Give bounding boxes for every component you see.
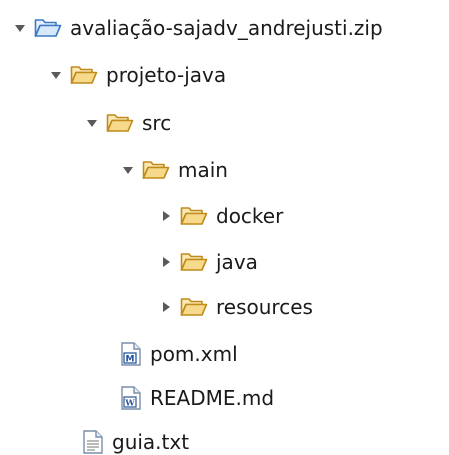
folder-icon bbox=[180, 296, 208, 318]
file-tree: avaliação-sajadv_andrejusti.zip projeto-… bbox=[0, 0, 449, 455]
maven-glyph: M bbox=[126, 355, 135, 365]
chevron-right-icon[interactable] bbox=[158, 208, 174, 224]
chevron-down-icon[interactable] bbox=[48, 67, 64, 83]
folder-open-blue-icon bbox=[34, 17, 62, 39]
tree-item-docker[interactable]: docker bbox=[158, 198, 283, 234]
folder-open-icon bbox=[106, 112, 134, 134]
tree-item-label: projeto-java bbox=[106, 63, 227, 87]
folder-open-icon bbox=[142, 159, 170, 181]
tree-item-label: README.md bbox=[150, 386, 275, 410]
tree-item-label: avaliação-sajadv_andrejusti.zip bbox=[70, 16, 383, 40]
tree-item-projeto-java[interactable]: projeto-java bbox=[48, 57, 226, 93]
chevron-down-icon[interactable] bbox=[84, 115, 100, 131]
tree-item-label: src bbox=[142, 111, 172, 135]
tree-item-root-zip[interactable]: avaliação-sajadv_andrejusti.zip bbox=[12, 10, 383, 46]
chevron-right-icon[interactable] bbox=[158, 254, 174, 270]
folder-open-icon bbox=[70, 64, 98, 86]
folder-icon bbox=[180, 251, 208, 273]
tree-item-pom-xml[interactable]: M pom.xml bbox=[120, 336, 238, 372]
chevron-right-icon[interactable] bbox=[158, 299, 174, 315]
tree-item-label: docker bbox=[216, 204, 284, 228]
chevron-down-icon[interactable] bbox=[12, 20, 28, 36]
tree-item-src[interactable]: src bbox=[84, 105, 171, 141]
word-file-icon: W bbox=[120, 386, 142, 410]
tree-item-label: main bbox=[178, 158, 228, 182]
tree-item-resources[interactable]: resources bbox=[158, 289, 313, 325]
maven-file-icon: M bbox=[120, 342, 142, 366]
tree-item-label: pom.xml bbox=[150, 342, 238, 366]
word-glyph: W bbox=[124, 399, 135, 409]
folder-icon bbox=[180, 205, 208, 227]
tree-item-label: java bbox=[216, 250, 258, 274]
tree-item-main[interactable]: main bbox=[120, 152, 228, 188]
tree-item-label: guia.txt bbox=[112, 430, 190, 454]
chevron-down-icon[interactable] bbox=[120, 162, 136, 178]
text-file-icon bbox=[82, 430, 104, 454]
tree-item-java[interactable]: java bbox=[158, 244, 258, 280]
tree-item-guia-txt[interactable]: guia.txt bbox=[82, 424, 189, 455]
tree-item-label: resources bbox=[216, 295, 313, 319]
tree-item-readme-md[interactable]: W README.md bbox=[120, 380, 274, 416]
